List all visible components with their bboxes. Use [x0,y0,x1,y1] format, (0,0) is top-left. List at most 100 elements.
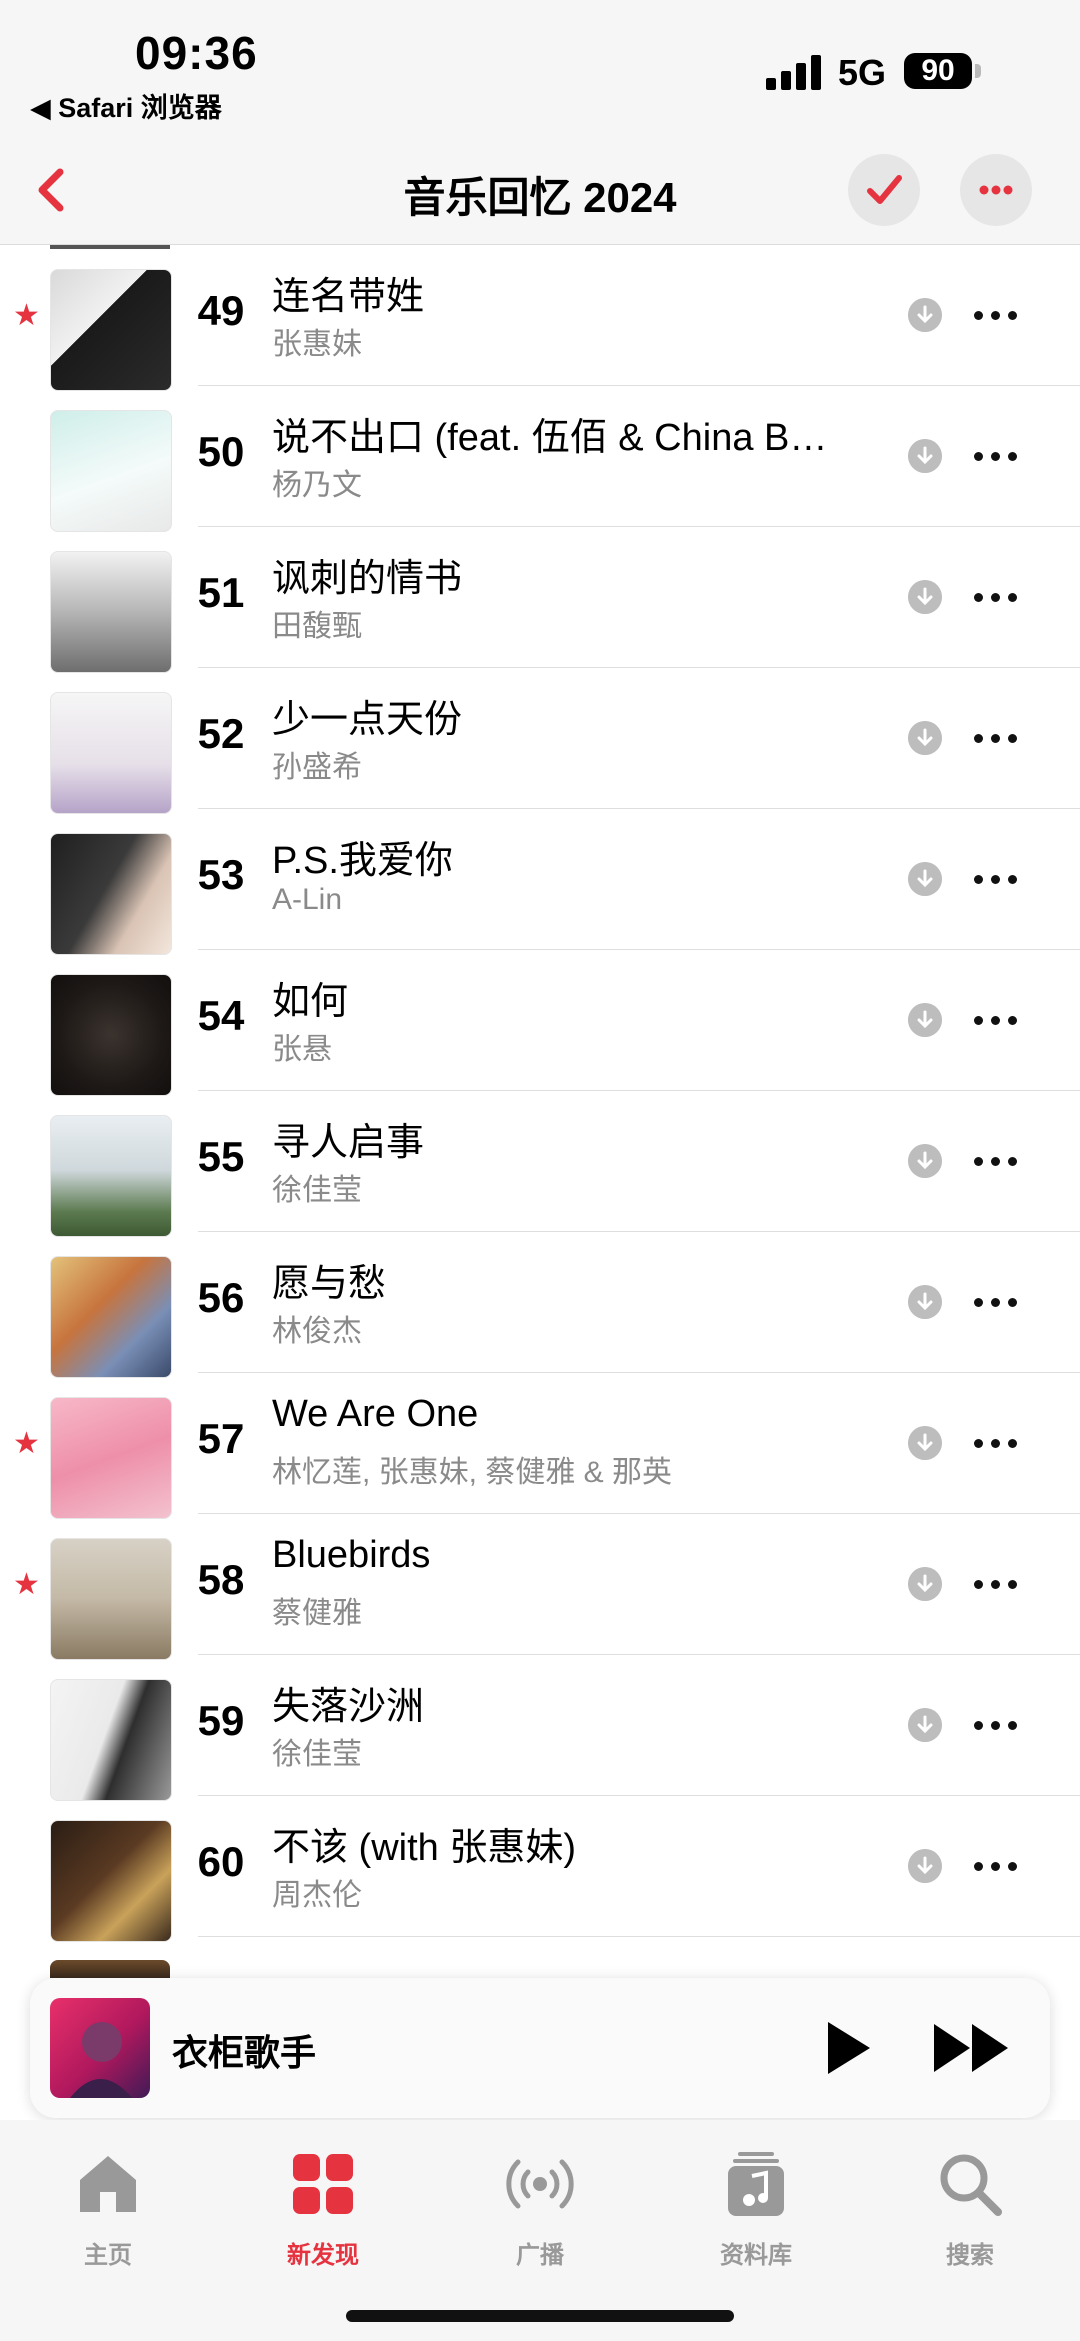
song-more-button[interactable] [972,1705,1020,1745]
download-icon[interactable] [908,439,942,473]
battery-tip [975,64,981,78]
song-row[interactable]: 54 如何 张悬 [0,950,1080,1096]
tab-radio[interactable]: 广播 [470,2148,610,2270]
tab-label: 资料库 [720,2242,792,2269]
album-art [50,410,172,532]
download-icon[interactable] [908,1849,942,1883]
rank-number: 51 [197,569,245,616]
rank-number: 53 [197,851,245,898]
play-icon[interactable] [820,2018,876,2078]
song-more-button[interactable] [972,859,1020,899]
song-more-button[interactable] [972,718,1020,758]
song-artist: 周杰伦 [272,1879,362,1912]
favorite-star-icon: ★ [13,299,40,332]
song-artist: 林俊杰 [272,1315,362,1348]
song-more-button[interactable] [972,577,1020,617]
download-icon[interactable] [908,1426,942,1460]
song-more-button[interactable] [972,1141,1020,1181]
song-more-button[interactable] [972,436,1020,476]
tab-label: 新发现 [287,2242,359,2269]
song-artist: 蔡健雅 [272,1597,362,1630]
partial-row-bottom [50,1960,170,1978]
album-art [50,1256,172,1378]
download-icon[interactable] [908,580,942,614]
song-title: 失落沙洲 [272,1686,425,1728]
status-bar: 09:36 ◀ Safari 浏览器 5G 90 [0,0,1080,140]
search-icon [940,2154,1002,2216]
download-icon[interactable] [908,1285,942,1319]
radio-icon [506,2159,574,2209]
album-art [50,1115,172,1237]
song-row[interactable]: 52 少一点天份 孙盛希 [0,668,1080,814]
tab-label: 主页 [84,2242,132,2269]
song-title: Bluebirds [272,1534,431,1576]
song-title: 如何 [272,981,349,1023]
rank-number: 58 [197,1556,245,1603]
song-artist: 徐佳莹 [272,1174,362,1207]
tab-search[interactable]: 搜索 [900,2148,1040,2270]
tab-bar: 主页 新发现 广播 资料库 搜索 [0,2120,1080,2341]
song-row[interactable]: 51 讽刺的情书 田馥甄 [0,527,1080,673]
song-row[interactable]: 56 愿与愁 林俊杰 [0,1232,1080,1378]
fast-forward-icon[interactable] [930,2018,1014,2078]
song-row[interactable]: ★ 57 We Are One 林忆莲, 张惠妹, 蔡健雅 & 那英 [0,1373,1080,1519]
song-title: P.S.我爱你 [272,840,453,882]
song-more-button[interactable] [972,1000,1020,1040]
mini-player[interactable]: 衣柜歌手 [30,1978,1050,2118]
download-icon[interactable] [908,721,942,755]
album-art [50,1538,172,1660]
download-icon[interactable] [908,1708,942,1742]
download-icon[interactable] [908,862,942,896]
song-more-button[interactable] [972,1846,1020,1886]
rank-number: 49 [197,287,245,334]
album-art [50,269,172,391]
song-title: 说不出口 (feat. 伍佰 & China B… [272,417,828,459]
rank-number: 56 [197,1274,245,1321]
album-art [50,1820,172,1942]
song-title: 连名带姓 [272,276,425,318]
song-artist: 杨乃文 [272,469,362,502]
download-icon[interactable] [908,298,942,332]
song-more-button[interactable] [972,295,1020,335]
tab-label: 搜索 [946,2242,994,2269]
song-title: We Are One [272,1393,479,1435]
now-playing-artwork [50,1998,150,2098]
navigation-bar: 音乐回忆 2024 [0,140,1080,245]
song-row[interactable]: 53 P.S.我爱你 A-Lin [0,809,1080,955]
cellular-signal-icon [766,54,826,90]
song-more-button[interactable] [972,1423,1020,1463]
song-artist: 张悬 [272,1033,332,1066]
song-row[interactable]: 55 寻人启事 徐佳莹 [0,1091,1080,1237]
song-row[interactable]: 60 不该 (with 张惠妹) 周杰伦 [0,1796,1080,1942]
song-artist: 孙盛希 [272,751,362,784]
song-row[interactable]: 59 失落沙洲 徐佳莹 [0,1655,1080,1801]
song-more-button[interactable] [972,1564,1020,1604]
rank-number: 59 [197,1697,245,1744]
album-art [50,833,172,955]
download-icon[interactable] [908,1003,942,1037]
network-type: 5G [838,52,887,93]
download-icon[interactable] [908,1567,942,1601]
tab-library[interactable]: 资料库 [686,2148,826,2270]
song-row[interactable]: ★ 49 连名带姓 张惠妹 [0,245,1080,391]
song-title: 少一点天份 [272,699,463,741]
back-to-safari-link[interactable]: ◀ Safari 浏览器 [30,86,222,125]
song-artist: 徐佳莹 [272,1738,362,1771]
home-indicator [346,2310,734,2322]
song-row[interactable]: 50 说不出口 (feat. 伍佰 & China B… 杨乃文 [0,386,1080,532]
more-options-button[interactable] [960,154,1032,226]
tab-browse[interactable]: 新发现 [253,2148,393,2270]
row-divider [198,1936,1080,1937]
download-icon[interactable] [908,1144,942,1178]
select-checkmark-button[interactable] [848,154,920,226]
song-row[interactable]: ★ 58 Bluebirds 蔡健雅 [0,1514,1080,1660]
album-art [50,551,172,673]
rank-number: 52 [197,710,245,757]
rank-number: 57 [197,1415,245,1462]
song-title: 寻人启事 [272,1122,425,1164]
song-artist: A-Lin [272,883,343,916]
library-icon [728,2152,784,2216]
now-playing-title: 衣柜歌手 [172,2032,317,2073]
tab-home[interactable]: 主页 [38,2148,178,2270]
song-more-button[interactable] [972,1282,1020,1322]
